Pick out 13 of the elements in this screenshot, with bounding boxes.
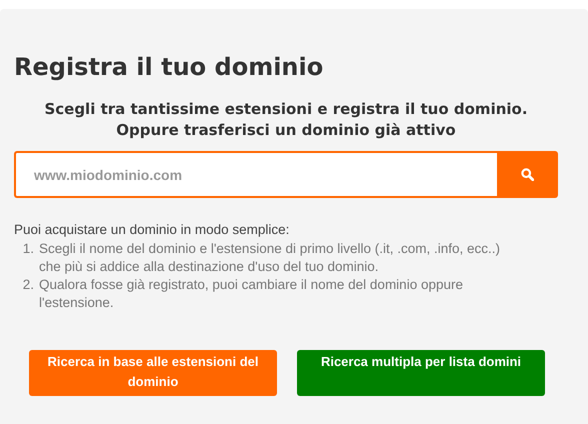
search-button[interactable] [497, 151, 558, 198]
subtitle-text: Oppure trasferisci un dominio già attivo [116, 120, 456, 141]
step-text: Scegli il nome del dominio e l'estensione di primo livello (.it, .com, .info, ecc..) che più si addice alla destinazione d'uso del tuo dominio. [39, 240, 502, 276]
step-number: 1. [22, 240, 35, 258]
step-text: Qualora fosse già registrato, puoi cambiare il nome del dominio oppure l'estensione. [39, 276, 464, 312]
page-title: Registra il tuo dominio [14, 52, 324, 83]
search-option-button[interactable]: Ricerca multipla per lista domini [297, 350, 545, 396]
subtitle-text: Scegli tra tantissime estensioni e registra il tuo dominio. [44, 99, 528, 120]
search-icon [521, 168, 534, 181]
intro-text: Puoi acquistare un dominio in modo semplice: [14, 222, 290, 237]
search-option-button[interactable]: Ricerca in base alle estensioni del dominio [29, 350, 277, 396]
search-field[interactable]: www.miodominio.com [14, 151, 497, 198]
step-number: 2. [22, 276, 35, 294]
